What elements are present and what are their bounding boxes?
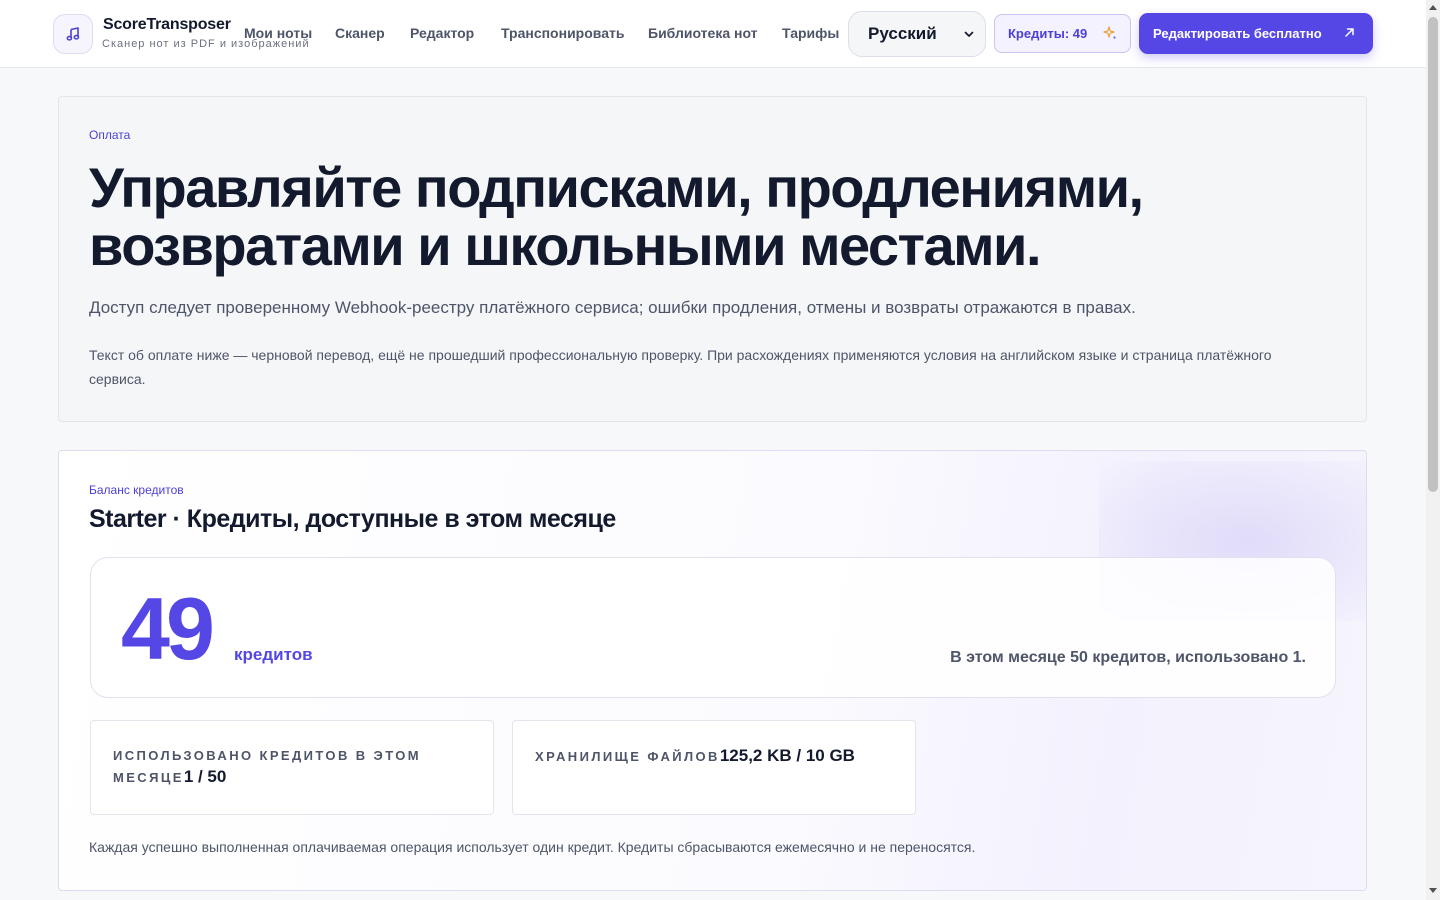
credits-eyebrow: Баланс кредитов (89, 483, 184, 497)
balance-box: 49 кредитов В этом месяце 50 кредитов, и… (90, 557, 1336, 698)
stat-file-storage-value: 125,2 KB / 10 GB (719, 746, 855, 765)
page-title: Управляйте подписками, продлениями, возв… (89, 156, 1144, 277)
stat-credits-used: Использовано кредитов в этом месяце1 / 5… (90, 720, 494, 815)
stat-file-storage-label: Хранилище файлов125,2 KB / 10 GB (535, 746, 855, 765)
music-note-icon (66, 27, 80, 41)
balance-number: 49 (121, 579, 215, 678)
credit-balance-card: Баланс кредитов Starter · Кредиты, досту… (58, 450, 1367, 891)
arrow-up-right-icon (1345, 28, 1354, 37)
page-scrollbar[interactable] (1426, 0, 1440, 900)
stat-credits-used-label: Использовано кредитов в этом месяце1 / 5… (113, 748, 421, 786)
edit-free-button-label: Редактировать бесплатно (1153, 26, 1322, 41)
scrollbar-thumb[interactable] (1428, 17, 1438, 492)
chevron-down-icon (964, 31, 974, 37)
credits-footnote: Каждая успешно выполненная оплачиваемая … (89, 839, 976, 855)
scroll-up-arrow-icon[interactable] (1429, 5, 1437, 10)
nav-editor[interactable]: Редактор (410, 25, 474, 41)
credits-title: Starter · Кредиты, доступные в этом меся… (89, 505, 616, 533)
brand-name[interactable]: ScoreTransposer (103, 16, 231, 34)
sparkle-icon (1103, 26, 1116, 39)
edit-free-button[interactable]: Редактировать бесплатно (1139, 13, 1373, 54)
credits-pill[interactable]: Кредиты: 49 (994, 14, 1131, 53)
nav-transpose[interactable]: Транспонировать (501, 25, 624, 41)
nav-pricing[interactable]: Тарифы (782, 25, 839, 41)
credits-pill-label: Кредиты: 49 (1008, 26, 1088, 41)
translation-note: Текст об оплате ниже — черновой перевод,… (89, 347, 1272, 387)
balance-unit: кредитов (234, 645, 313, 664)
nav-score-library[interactable]: Библиотека нот (648, 25, 758, 41)
language-selected: Русский (868, 24, 937, 43)
nav-my-scores[interactable]: Мои ноты (244, 25, 312, 41)
brand-logo[interactable] (53, 14, 93, 54)
top-navbar: ScoreTransposer Сканер нот из PDF и изоб… (0, 0, 1426, 68)
hero-eyebrow: Оплата (89, 128, 131, 142)
language-select[interactable]: Русский (848, 11, 986, 57)
nav-scanner[interactable]: Сканер (335, 25, 385, 41)
stat-file-storage: Хранилище файлов125,2 KB / 10 GB (512, 720, 916, 815)
scroll-down-arrow-icon[interactable] (1429, 888, 1437, 893)
hero-lead: Доступ следует проверенному Webhook-реес… (89, 298, 1136, 317)
billing-hero-card: Оплата Управляйте подписками, продлениям… (58, 96, 1367, 422)
balance-summary: В этом месяце 50 кредитов, использовано … (950, 649, 1306, 666)
stat-credits-used-value: 1 / 50 (183, 767, 227, 786)
